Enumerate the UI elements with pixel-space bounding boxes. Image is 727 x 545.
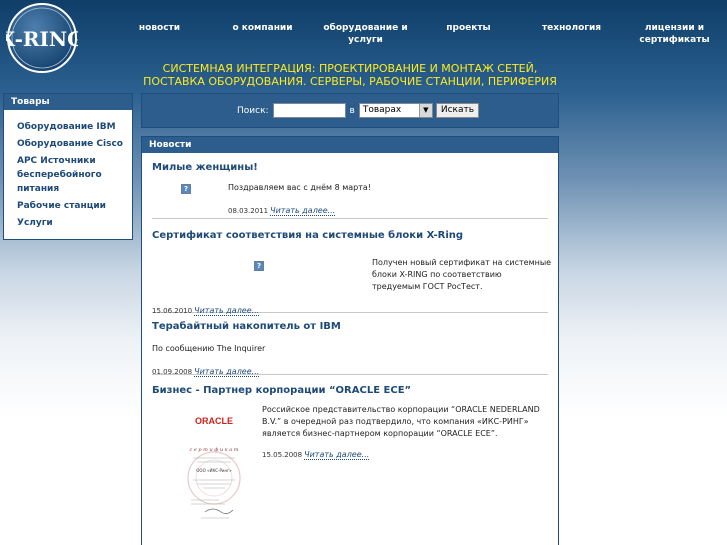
- nav-news[interactable]: новости: [108, 0, 211, 56]
- oracle-certificate-image: ORACLE с е р т и ф и к а т ООО «ИКС-Ринг…: [175, 400, 253, 525]
- sidebar-item-workstations[interactable]: Рабочие станции: [17, 199, 132, 213]
- chevron-down-icon[interactable]: ▼: [418, 104, 432, 117]
- sidebar-title: Товары: [4, 94, 132, 110]
- nav-licenses[interactable]: лицензии и сертификаты: [623, 0, 726, 56]
- search-category-value: Товарах: [362, 105, 402, 115]
- read-more-link[interactable]: Читать далее...: [270, 206, 336, 216]
- news-item: Бизнес - Партнер корпорации “ORACLE ECE”…: [152, 375, 548, 545]
- read-more-link[interactable]: Читать далее...: [304, 450, 370, 460]
- certificate-company: ООО «ИКС-Ринг»: [196, 468, 232, 473]
- x-ring-logo[interactable]: X-RING: [6, 2, 78, 74]
- site-header: X-RING новости о компании оборудование и…: [0, 0, 727, 90]
- news-item-title[interactable]: Сертификат соответствия на системные бло…: [152, 230, 463, 241]
- news-item-text: Российское представительство корпорации …: [262, 405, 540, 438]
- sidebar-item-services[interactable]: Услуги: [17, 216, 132, 230]
- products-sidebar: Товары Оборудование IBM Оборудование Cis…: [3, 93, 133, 240]
- main-nav: новости о компании оборудование и услуги…: [108, 0, 727, 56]
- oracle-logo-text: ORACLE: [195, 416, 233, 426]
- news-item-title[interactable]: Милые женщины!: [152, 162, 258, 173]
- certificate-heading: с е р т и ф и к а т: [189, 446, 238, 453]
- news-item-text: Поздравляем вас с днём 8 марта!: [228, 183, 371, 192]
- tagline: Системная интеграция: проектирование и м…: [143, 62, 557, 88]
- search-label: Поиск:: [237, 105, 269, 116]
- news-item-title[interactable]: Терабайтный накопитель от IBM: [152, 321, 341, 332]
- nav-about[interactable]: о компании: [211, 0, 314, 56]
- nav-projects[interactable]: проекты: [417, 0, 520, 56]
- logo-text: X-RING: [6, 27, 78, 51]
- sidebar-item-apc[interactable]: APC Источники бесперебойного питания: [17, 154, 132, 196]
- nav-technology[interactable]: технология: [520, 0, 623, 56]
- sidebar-item-cisco[interactable]: Оборудование Cisco: [17, 137, 132, 151]
- news-item: Милые женщины! ? Поздравляем вас с днём …: [152, 153, 548, 219]
- news-item-meta: 15.05.2008 Читать далее...: [262, 442, 370, 461]
- news-item-date: 08.03.2011: [228, 207, 269, 215]
- search-input[interactable]: [272, 103, 346, 118]
- sidebar-list: Оборудование IBM Оборудование Cisco APC …: [4, 110, 132, 230]
- certificate-graphic: ORACLE с е р т и ф и к а т ООО «ИКС-Ринг…: [187, 416, 241, 519]
- search-panel: Поиск: в Товарах ▼ Искать: [141, 93, 559, 128]
- news-title: Новости: [142, 137, 558, 153]
- news-item-title[interactable]: Бизнес - Партнер корпорации “ORACLE ECE”: [152, 385, 411, 396]
- sidebar-item-ibm[interactable]: Оборудование IBM: [17, 120, 132, 134]
- search-category-select[interactable]: Товарах ▼: [358, 103, 433, 118]
- news-item-text: По сообщению The Inquirer: [152, 344, 266, 353]
- news-item: Терабайтный накопитель от IBM По сообщен…: [152, 313, 548, 377]
- missing-image-icon: ?: [254, 261, 264, 271]
- news-list: Милые женщины! ? Поздравляем вас с днём …: [142, 153, 558, 545]
- news-item-text: Получен новый сертификат на системные бл…: [372, 258, 552, 291]
- search-button[interactable]: Искать: [435, 103, 480, 118]
- nav-equipment[interactable]: оборудование и услуги: [314, 0, 417, 56]
- search-row: Поиск: в Товарах ▼ Искать: [142, 94, 558, 127]
- search-in-label: в: [349, 105, 355, 116]
- news-item: Сертификат соответствия на системные бло…: [152, 219, 551, 316]
- news-item-meta: 08.03.2011 Читать далее...: [228, 198, 336, 217]
- news-item-date: 15.05.2008: [262, 451, 303, 459]
- news-panel: Новости Милые женщины! ? Поздравляем вас…: [141, 136, 559, 545]
- missing-image-icon: ?: [181, 184, 191, 194]
